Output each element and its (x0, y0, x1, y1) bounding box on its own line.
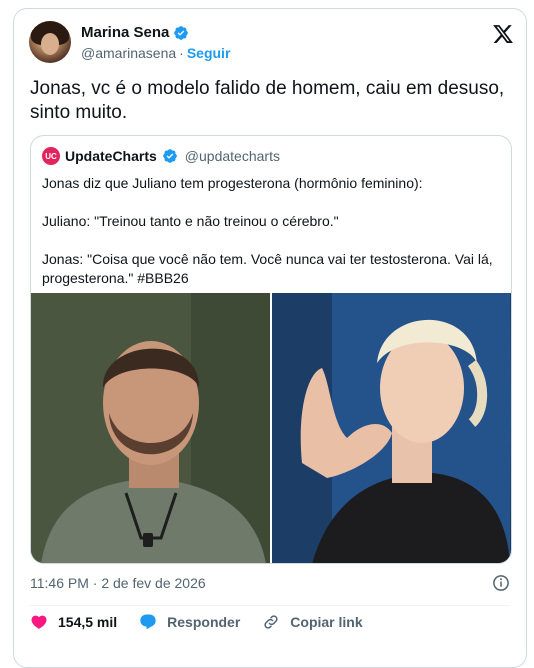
quoted-tweet[interactable]: UC UpdateCharts @updatecharts Jonas diz … (30, 135, 512, 564)
tweet-header: Marina Sena @amarinasena · Seguir (29, 19, 514, 65)
author-handle-row: @amarinasena · Seguir (81, 45, 230, 61)
like-button[interactable]: 154,5 mil (30, 613, 117, 631)
tweet-timestamp[interactable]: 11:46 PM · 2 de fev de 2026 (30, 575, 206, 591)
person-photo-right (272, 293, 510, 563)
separator-dot: · (179, 45, 184, 61)
link-icon (264, 615, 278, 629)
quoted-author-handle: @updatecharts (184, 148, 280, 164)
author-name[interactable]: Marina Sena (81, 24, 169, 41)
verified-badge-icon (162, 149, 177, 163)
photo-right[interactable] (272, 293, 511, 563)
avatar[interactable] (29, 21, 71, 63)
x-logo-icon[interactable] (492, 23, 514, 45)
author-name-row: Marina Sena (81, 24, 189, 41)
verified-badge-icon (174, 25, 189, 40)
tweet-card: Marina Sena @amarinasena · Seguir Jonas,… (13, 8, 527, 668)
copy-link-label: Copiar link (290, 614, 363, 630)
copy-link-button[interactable]: Copiar link (262, 613, 363, 631)
follow-button[interactable]: Seguir (187, 45, 231, 61)
info-icon[interactable] (492, 574, 510, 592)
action-bar: 154,5 mil Responder Copiar link (30, 613, 385, 631)
reply-icon (140, 614, 156, 630)
quoted-author-name: UpdateCharts (65, 148, 157, 164)
person-photo-left (31, 293, 270, 563)
like-count: 154,5 mil (58, 614, 118, 630)
reply-button[interactable]: Responder (139, 613, 240, 631)
author-handle[interactable]: @amarinasena (81, 45, 176, 61)
photo-left[interactable] (31, 293, 270, 563)
quoted-tweet-header: UC UpdateCharts @updatecharts (42, 147, 280, 165)
heart-icon (31, 615, 47, 629)
divider (30, 605, 510, 606)
quoted-tweet-text: Jonas diz que Juliano tem progesterona (… (42, 175, 493, 286)
quoted-media[interactable] (31, 293, 511, 563)
tweet-text: Jonas, vc é o modelo falido de homem, ca… (30, 78, 505, 123)
reply-label: Responder (167, 614, 241, 630)
quoted-avatar: UC (42, 147, 60, 165)
